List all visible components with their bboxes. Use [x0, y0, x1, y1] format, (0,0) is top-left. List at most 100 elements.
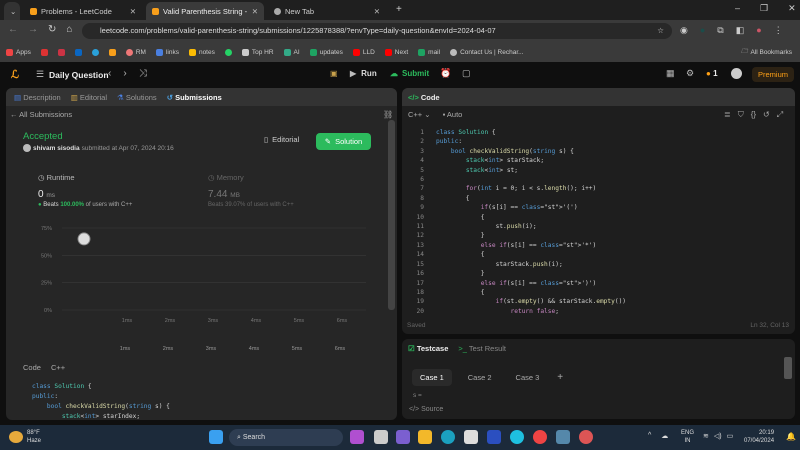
- alarm-icon[interactable]: ⏰: [440, 68, 451, 79]
- close-icon[interactable]: ✕: [252, 7, 258, 16]
- all-bookmarks[interactable]: 🗀 All Bookmarks: [741, 47, 792, 58]
- minimize-button[interactable]: –: [735, 3, 740, 14]
- chrome-icon[interactable]: [533, 430, 547, 444]
- notification-bell-icon[interactable]: 🔔: [786, 432, 796, 441]
- layout-icon[interactable]: ▦: [666, 68, 675, 79]
- store-icon[interactable]: [464, 430, 478, 444]
- teams-icon[interactable]: [396, 430, 410, 444]
- linkedin-icon[interactable]: [74, 48, 82, 56]
- language-select[interactable]: C++ ⌄: [408, 110, 431, 119]
- run-button[interactable]: ▶ Run: [350, 69, 377, 78]
- settings-icon[interactable]: ⚙: [686, 68, 694, 79]
- shuffle-icon[interactable]: ⤨: [139, 68, 147, 79]
- l-app-icon[interactable]: [487, 430, 501, 444]
- leetcode-icon[interactable]: [108, 48, 116, 56]
- tab-submissions[interactable]: ↺ Submissions: [167, 93, 222, 102]
- wifi-icon[interactable]: ≋: [703, 432, 709, 440]
- weather-icon[interactable]: [9, 431, 23, 443]
- profile-avatar[interactable]: ●: [756, 25, 761, 36]
- bookmark-top-hr[interactable]: Top HR: [241, 48, 274, 56]
- edge-icon[interactable]: [441, 430, 455, 444]
- bookmark-mail[interactable]: mail: [418, 48, 440, 56]
- url-input[interactable]: leetcode.com/problems/valid-parenthesis-…: [82, 23, 672, 39]
- tab-solutions[interactable]: ⚗ Solutions: [117, 93, 157, 102]
- show-hidden-icons[interactable]: ^: [648, 432, 651, 440]
- bookmark-updates[interactable]: updates: [309, 48, 343, 56]
- windows-start-icon[interactable]: [209, 430, 223, 444]
- gmail-icon[interactable]: [40, 48, 48, 56]
- taskbar-search[interactable]: ⌕ Search: [229, 429, 343, 446]
- next-problem-button[interactable]: ›: [123, 68, 126, 79]
- forward-button[interactable]: →: [28, 24, 38, 35]
- tab-editorial[interactable]: ▥ Editorial: [71, 93, 107, 102]
- all-submissions-link[interactable]: ← All Submissions: [10, 110, 72, 119]
- editorial-button[interactable]: ▯ Editorial: [264, 135, 299, 144]
- extension-icon[interactable]: ◉: [680, 25, 688, 36]
- username[interactable]: shivam sisodia: [33, 145, 80, 152]
- whatsapp-icon[interactable]: [224, 48, 232, 56]
- tab-new-tab[interactable]: New Tab ✕: [268, 2, 386, 20]
- bookmark-icon[interactable]: [57, 48, 65, 56]
- case-1-tab[interactable]: Case 1: [412, 369, 452, 386]
- telegram-icon[interactable]: [91, 48, 99, 56]
- extension-icon[interactable]: ●: [700, 25, 705, 36]
- clock[interactable]: 20:19 07/04/2024: [744, 429, 774, 445]
- premium-button[interactable]: Premium: [752, 67, 794, 82]
- reset-icon[interactable]: ↺: [763, 110, 770, 120]
- maximize-button[interactable]: ❐: [760, 3, 768, 14]
- solution-button[interactable]: ✎ Solution: [316, 133, 371, 150]
- volume-icon[interactable]: ◁): [714, 432, 722, 440]
- home-button[interactable]: ⌂: [66, 24, 72, 35]
- copilot-icon[interactable]: [350, 430, 364, 444]
- bookmark-rm[interactable]: RM: [125, 48, 146, 56]
- format-icon[interactable]: ≣: [724, 110, 731, 120]
- tab-problems[interactable]: Problems - LeetCode ✕: [24, 2, 142, 20]
- close-icon[interactable]: ✕: [130, 7, 136, 16]
- daily-question-link[interactable]: Daily Question: [49, 70, 109, 80]
- case-3-tab[interactable]: Case 3: [508, 369, 548, 386]
- tab-test-result[interactable]: >_ Test Result: [458, 344, 506, 353]
- list-icon[interactable]: ☰: [36, 69, 44, 80]
- share-link-icon[interactable]: ⛓: [383, 110, 393, 119]
- user-avatar[interactable]: [731, 68, 742, 79]
- bookmark-apps[interactable]: Apps: [6, 48, 31, 56]
- file-explorer-icon[interactable]: [418, 430, 432, 444]
- scrollbar[interactable]: [784, 357, 792, 379]
- tab-description[interactable]: ▤ Description: [14, 93, 61, 102]
- braces-icon[interactable]: {}: [751, 110, 756, 120]
- debug-icon[interactable]: ▣: [330, 69, 338, 78]
- snipping-tool-icon[interactable]: [556, 430, 570, 444]
- bookmark-lld[interactable]: LLD: [352, 48, 375, 56]
- bookmark-next[interactable]: Next: [384, 48, 408, 56]
- star-icon[interactable]: ☆: [657, 23, 664, 39]
- code-editor[interactable]: 1 class Solution {2 public: 3 bool checkVal…: [402, 128, 627, 316]
- side-panel-icon[interactable]: ◧: [736, 25, 745, 36]
- weather-widget[interactable]: 88°F Haze: [27, 429, 41, 445]
- tab-valid-parenthesis[interactable]: Valid Parenthesis String - LeetC ✕: [146, 2, 264, 20]
- chrome-profile-icon[interactable]: [579, 430, 593, 444]
- alexa-icon[interactable]: [510, 430, 524, 444]
- new-tab-button[interactable]: +: [396, 4, 402, 15]
- tab-testcase[interactable]: ☑ Testcase: [408, 344, 448, 353]
- close-window-button[interactable]: ✕: [788, 3, 796, 14]
- menu-icon[interactable]: ⋮: [774, 25, 783, 36]
- bookmark-icon[interactable]: ⛉: [738, 110, 744, 120]
- bookmark-notes[interactable]: notes: [188, 48, 215, 56]
- reload-button[interactable]: ↻: [48, 24, 56, 35]
- add-case-button[interactable]: +: [555, 369, 565, 386]
- prev-problem-button[interactable]: ‹: [108, 68, 111, 79]
- task-view-icon[interactable]: [374, 430, 388, 444]
- language-indicator[interactable]: ENG IN: [681, 429, 694, 445]
- leetcode-logo[interactable]: ℒ: [11, 68, 19, 81]
- back-button[interactable]: ←: [8, 24, 18, 35]
- memory-label[interactable]: ◷ Memory: [208, 173, 244, 182]
- extensions-puzzle-icon[interactable]: ⧉: [717, 25, 723, 36]
- submit-button[interactable]: ☁ Submit: [390, 69, 429, 78]
- streak-counter[interactable]: ● 1: [706, 69, 718, 78]
- bookmark-contact[interactable]: Contact Us | Rechar...: [450, 48, 524, 56]
- close-icon[interactable]: ✕: [374, 7, 380, 16]
- tab-search-button[interactable]: ⌄: [4, 2, 20, 20]
- source-link[interactable]: </> Source: [409, 406, 443, 413]
- auto-mode[interactable]: ▪ Auto: [443, 110, 463, 119]
- bookmark-links[interactable]: links: [155, 48, 179, 56]
